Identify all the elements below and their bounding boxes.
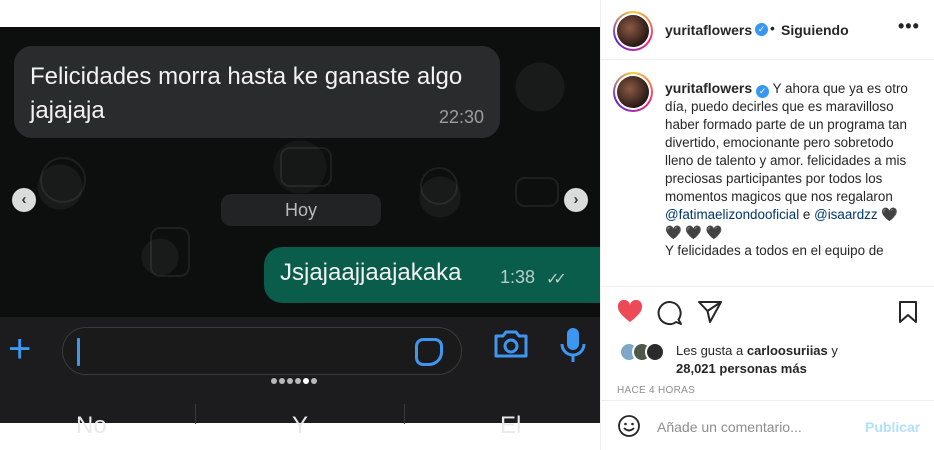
mention-link[interactable]: @fatimaelizondooficial — [665, 207, 799, 222]
wallpaper-doodle — [420, 167, 458, 205]
camera-icon — [494, 330, 528, 358]
wallpaper-doodle — [515, 177, 559, 207]
chat-input-bar: + — [0, 317, 600, 387]
separator-dot: • — [770, 20, 775, 36]
caption-body: Y ahora que ya es otro día, puedo decirl… — [665, 81, 908, 204]
wallpaper-doodle — [150, 227, 190, 277]
verified-badge-icon: ✓ — [756, 85, 770, 98]
comment-bubble-icon[interactable] — [657, 300, 683, 326]
caption-section: yuritaflowers ✓ Y ahora que ya es otro dí… — [601, 61, 934, 287]
carousel-dot — [295, 378, 301, 384]
likes-count-link[interactable]: 28,021 personas más — [676, 361, 807, 376]
post-header: yuritaflowers ✓ • Siguiendo ••• — [601, 0, 934, 60]
username-link[interactable]: yuritaflowers — [665, 22, 752, 38]
paper-plane-icon[interactable] — [697, 300, 723, 324]
emoji-icon[interactable] — [617, 414, 641, 438]
post-timestamp[interactable]: HACE 4 HORAS — [617, 385, 695, 396]
microphone-icon — [560, 328, 586, 362]
carousel-next-button[interactable]: › — [564, 188, 588, 212]
likes-prefix: Les gusta a — [676, 343, 744, 358]
bookmark-icon[interactable] — [897, 300, 919, 324]
heart-filled-icon[interactable] — [617, 300, 643, 324]
carousel-prev-button[interactable]: ‹ — [12, 188, 36, 212]
wallpaper-doodle — [280, 147, 332, 187]
carousel-dots — [271, 378, 319, 384]
more-options-icon[interactable]: ••• — [898, 16, 920, 37]
text-caret — [77, 338, 80, 366]
carousel-dot — [279, 378, 285, 384]
keyboard-suggestion: Y — [292, 412, 309, 439]
outgoing-message-bubble: Jsjajaajjaajakaka 1:38 ✓✓ — [264, 247, 600, 303]
outgoing-message-time: 1:38 — [500, 267, 536, 287]
caption-text: yuritaflowers ✓ Y ahora que ya es otro dí… — [665, 79, 913, 260]
caption-continued: Y felicidades a todos en el equipo de — [665, 243, 884, 258]
comment-bar: Añade un comentario... Publicar — [601, 400, 934, 450]
mention-joiner: e — [802, 207, 811, 222]
post-media: Felicidades morra hasta ke ganaste algo … — [0, 0, 600, 450]
avatar[interactable] — [613, 72, 653, 112]
likes-line-1: Les gusta a carloosuriias y — [676, 343, 838, 358]
carousel-dot — [271, 378, 277, 384]
liker-avatar — [645, 342, 665, 362]
read-receipt-icon: ✓✓ — [546, 271, 567, 288]
verified-badge-icon: ✓ — [755, 23, 768, 36]
keyboard-suggestion: No — [76, 412, 107, 439]
carousel-dot-active — [303, 378, 309, 384]
action-bar — [601, 290, 934, 334]
sticker-icon — [415, 338, 443, 366]
comment-input[interactable]: Añade un comentario... — [657, 419, 802, 435]
liker-username-link[interactable]: carloosuriias — [747, 343, 828, 358]
incoming-message-text: Felicidades morra hasta ke ganaste algo … — [30, 63, 463, 124]
post-sidebar: yuritaflowers ✓ • Siguiendo ••• yuritafl… — [600, 0, 934, 450]
chat-text-field — [62, 327, 462, 375]
carousel-dot — [311, 378, 317, 384]
likes-summary: Les gusta a carloosuriias y 28,021 perso… — [619, 340, 929, 380]
publish-button[interactable]: Publicar — [865, 419, 920, 435]
likes-suffix: y — [831, 343, 838, 358]
following-button[interactable]: Siguiendo — [781, 22, 849, 38]
caption-username-link[interactable]: yuritaflowers — [665, 80, 752, 96]
keyboard-suggestion: El — [500, 412, 522, 439]
outgoing-message-text: Jsjajaajjaajakaka — [280, 259, 462, 286]
incoming-message-bubble: Felicidades morra hasta ke ganaste algo … — [14, 46, 500, 138]
mention-link[interactable]: @isaardzz — [814, 207, 877, 222]
keyboard-divider — [404, 404, 405, 424]
day-separator: Hoy — [221, 194, 381, 226]
keyboard-divider — [195, 404, 196, 424]
wallpaper-doodle — [40, 157, 86, 203]
plus-icon: + — [8, 327, 32, 371]
carousel-dot — [287, 378, 293, 384]
chat-screenshot-image: Felicidades morra hasta ke ganaste algo … — [0, 27, 600, 423]
avatar[interactable] — [613, 11, 653, 51]
incoming-message-time: 22:30 — [438, 107, 484, 127]
